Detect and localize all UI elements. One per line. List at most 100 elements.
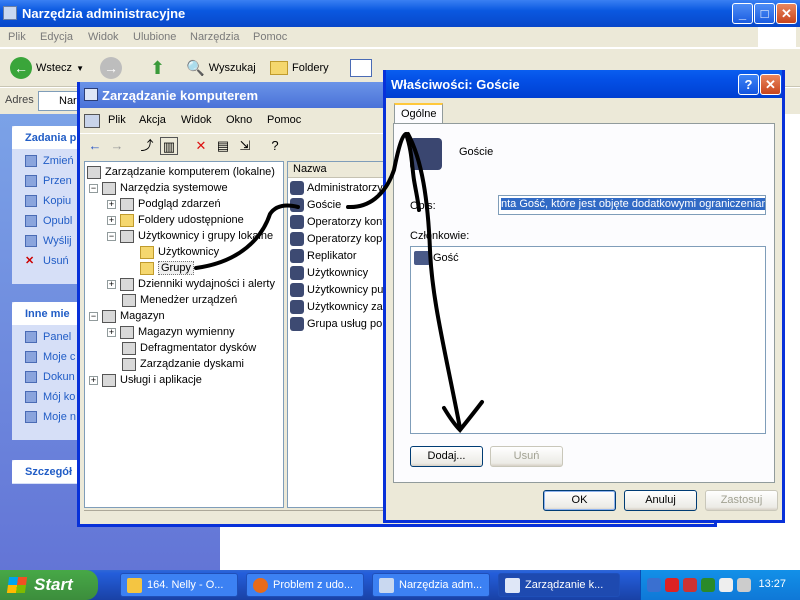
cancel-button[interactable]: Anuluj (624, 490, 697, 511)
taskbar-button-computer-management[interactable]: Zarządzanie k... (498, 573, 620, 597)
forward-arrow-icon[interactable]: → (108, 137, 126, 155)
taskbar-button-firefox[interactable]: Problem z udo... (246, 573, 364, 597)
task-label: Problem z udo... (273, 579, 354, 591)
list-item-label: Replikator (307, 250, 357, 262)
tree-node-users[interactable]: Użytkownicy (140, 244, 219, 260)
description-field[interactable]: nta Gość, które jest objęte dodatkowymi … (498, 195, 766, 215)
start-button[interactable]: Start (0, 570, 98, 600)
taskbar: Start 164. Nelly - O... Problem z udo...… (0, 570, 800, 600)
tree-label: Foldery udostępnione (138, 214, 244, 226)
place-link-label: Dokun (43, 371, 75, 383)
mmc-menu-okno[interactable]: Okno (226, 114, 252, 126)
collapse-icon[interactable]: − (89, 183, 98, 193)
ok-button[interactable]: OK (543, 490, 616, 511)
expand-icon[interactable]: + (107, 199, 116, 209)
list-item[interactable]: Operatorzy konfi (290, 214, 388, 230)
remove-button[interactable]: Usuń (490, 446, 563, 467)
volume-icon[interactable] (737, 578, 751, 592)
list-item[interactable]: Replikator (290, 248, 357, 264)
tree-node-defragmenter[interactable]: Defragmentator dysków (122, 340, 256, 356)
computer-icon (87, 165, 101, 179)
tree-node-device-manager[interactable]: Menedżer urządzeń (122, 292, 237, 308)
folder-open-icon (140, 261, 154, 275)
back-arrow-icon[interactable]: ← (86, 137, 104, 155)
tree-node-storage[interactable]: − Magazyn (89, 308, 165, 324)
list-item[interactable]: Goście (290, 197, 341, 213)
list-item[interactable]: Operatorzy kopii (290, 231, 387, 247)
list-item[interactable]: Użytkownicy pulp (290, 282, 392, 298)
tree-node-shared-folders[interactable]: + Foldery udostępnione (107, 212, 244, 228)
expand-icon[interactable]: + (107, 215, 116, 225)
help-button[interactable]: ? (738, 74, 759, 95)
windows-logo-icon (758, 27, 796, 48)
menu-plik[interactable]: Plik (8, 31, 26, 43)
back-button[interactable]: ← Wstecz ▼ (10, 57, 84, 79)
forward-button[interactable]: → (100, 57, 122, 79)
task-link-label: Wyślij (43, 235, 72, 247)
show-tree-icon[interactable]: ▥ (160, 137, 178, 155)
documents-icon (25, 351, 37, 363)
member-item[interactable]: Gość (414, 251, 459, 265)
dialog-title: Właściwości: Goście (391, 77, 520, 92)
up-folder-button[interactable]: ⬆ (150, 57, 165, 79)
apply-button[interactable]: Zastosuj (705, 490, 778, 511)
tree-node-disk-management[interactable]: Zarządzanie dyskami (122, 356, 244, 372)
folder-icon (140, 245, 154, 259)
close-button[interactable]: ✕ (776, 3, 797, 24)
tree-node-root[interactable]: Zarządzanie komputerem (lokalne) (87, 164, 275, 180)
folders-button[interactable]: Foldery (270, 57, 329, 79)
properties-icon[interactable]: ▤ (214, 137, 232, 155)
up-level-icon[interactable]: ⤴ (138, 137, 156, 155)
minimize-button[interactable]: _ (732, 3, 753, 24)
tree-node-groups[interactable]: Grupy (140, 260, 194, 276)
mmc-menu-pomoc[interactable]: Pomoc (267, 114, 301, 126)
collapse-icon[interactable]: − (89, 311, 98, 321)
column-header-name[interactable]: Nazwa (288, 162, 396, 178)
search-button[interactable]: 🔍 Wyszukaj (186, 57, 256, 79)
collapse-icon[interactable]: − (107, 231, 116, 241)
list-item[interactable]: Administratorzy (290, 180, 383, 196)
tab-general[interactable]: Ogólne (394, 103, 444, 124)
taskbar-button-admin-tools[interactable]: Narzędzia adm... (372, 573, 490, 597)
mmc-menu-plik[interactable]: Plik (108, 114, 126, 126)
antivirus-icon[interactable] (665, 578, 679, 592)
tree-node-system-tools[interactable]: − Narzędzia systemowe (89, 180, 228, 196)
menu-ulubione[interactable]: Ulubione (133, 31, 176, 43)
tree-node-removable-storage[interactable]: + Magazyn wymienny (107, 324, 235, 340)
taskbar-button-nelly[interactable]: 164. Nelly - O... (120, 573, 238, 597)
dialog-title-bar[interactable]: Właściwości: Goście ? ✕ (386, 70, 782, 98)
security-icon[interactable] (683, 578, 697, 592)
tray-app-icon[interactable] (701, 578, 715, 592)
help-icon[interactable]: ? (266, 137, 284, 155)
menu-pomoc[interactable]: Pomoc (253, 31, 287, 43)
export-list-icon[interactable]: ⇲ (236, 137, 254, 155)
mmc-menu-akcja[interactable]: Akcja (139, 114, 166, 126)
move-icon (25, 175, 37, 187)
menu-edycja[interactable]: Edycja (40, 31, 73, 43)
menu-widok[interactable]: Widok (88, 31, 119, 43)
tree-node-event-viewer[interactable]: + Podgląd zdarzeń (107, 196, 221, 212)
menu-narzedzia[interactable]: Narzędzia (190, 31, 240, 43)
list-item[interactable]: Użytkownicy zaa (290, 299, 389, 315)
mmc-menu-widok[interactable]: Widok (181, 114, 212, 126)
expand-icon[interactable]: + (89, 375, 98, 385)
views-button[interactable] (350, 57, 372, 79)
expand-icon[interactable]: + (107, 279, 116, 289)
system-menu-icon[interactable] (84, 114, 100, 128)
add-button[interactable]: Dodaj... (410, 446, 483, 467)
maximize-button[interactable]: □ (754, 3, 775, 24)
expand-icon[interactable]: + (107, 327, 116, 337)
tree-node-perf-logs[interactable]: + Dzienniki wydajności i alerty (107, 276, 275, 292)
list-item[interactable]: Użytkownicy (290, 265, 368, 281)
list-item[interactable]: Grupa usług pom (290, 316, 391, 332)
tree-label: Zarządzanie komputerem (lokalne) (105, 166, 275, 178)
tree-node-local-users-groups[interactable]: − Użytkownicy i grupy lokalne (107, 228, 273, 244)
members-list[interactable]: Gość (410, 246, 766, 434)
network-icon[interactable] (647, 578, 661, 592)
info-icon[interactable] (719, 578, 733, 592)
email-icon (25, 235, 37, 247)
explorer-title-bar[interactable]: Narzędzia administracyjne _ □ ✕ (0, 0, 800, 27)
delete-icon[interactable]: ✕ (192, 137, 210, 155)
close-button[interactable]: ✕ (760, 74, 781, 95)
tree-node-services-apps[interactable]: + Usługi i aplikacje (89, 372, 202, 388)
